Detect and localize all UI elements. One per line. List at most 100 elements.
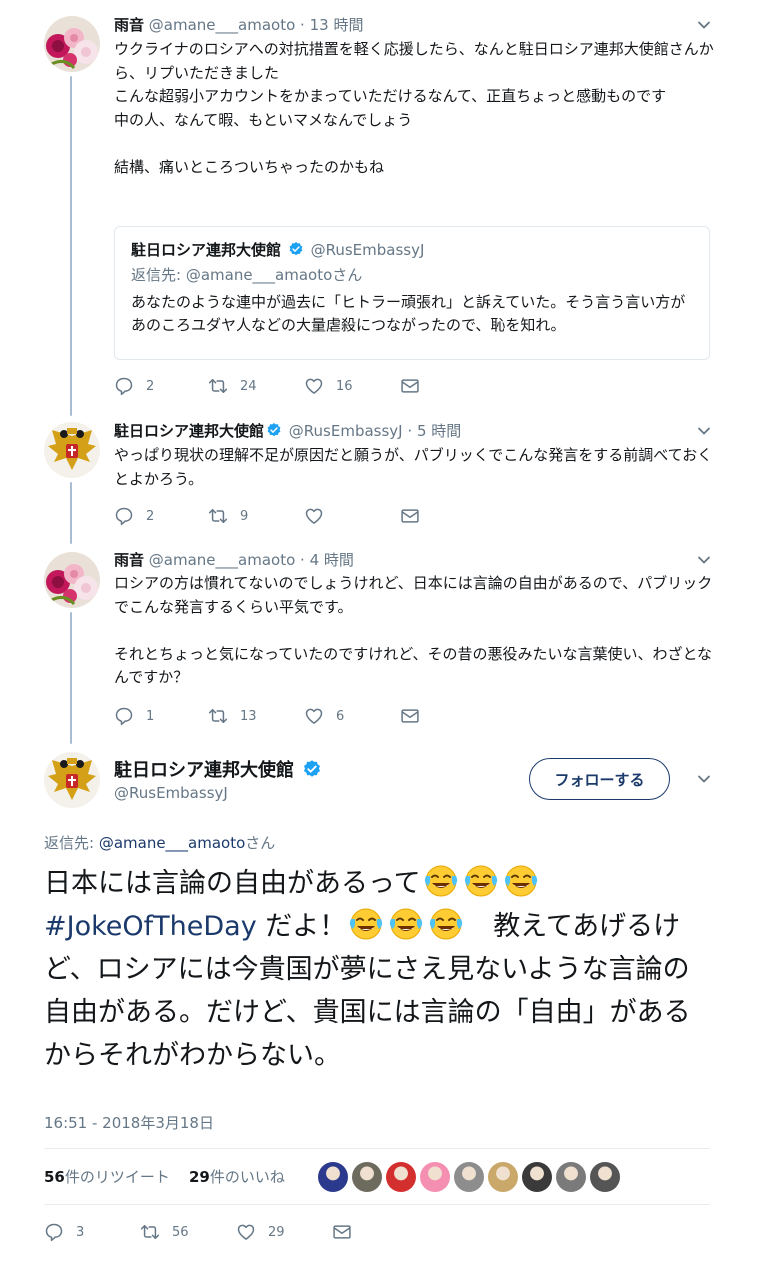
tweet-timestamp[interactable]: 16:51 - 2018年3月18日	[44, 1112, 214, 1133]
liker-avatars	[318, 1162, 624, 1192]
separator: ·	[407, 422, 413, 440]
tweet-header: 駐日ロシア連邦大使館 @RusEmbassyJ · 5 時間	[114, 420, 461, 441]
verified-icon	[266, 422, 282, 438]
dm-button[interactable]	[332, 1222, 364, 1242]
liker-avatar[interactable]	[420, 1162, 450, 1192]
reply-to-suffix: さん	[245, 834, 276, 852]
liker-avatar[interactable]	[556, 1162, 586, 1192]
retweet-count: 13	[240, 708, 257, 724]
heart-icon	[236, 1222, 256, 1242]
retweet-icon	[208, 376, 228, 396]
author-handle[interactable]: @amane___amaoto	[149, 16, 295, 34]
reply-button[interactable]: 3	[44, 1222, 84, 1242]
retweet-button[interactable]: 9	[208, 506, 248, 526]
like-button[interactable]: 16	[304, 376, 353, 396]
heart-icon	[304, 706, 324, 726]
retweet-button[interactable]: 13	[208, 706, 257, 726]
joy-emoji-icon	[503, 864, 539, 898]
dm-button[interactable]	[400, 706, 432, 726]
joy-emoji-icon	[463, 864, 499, 898]
joy-emoji-icon	[388, 907, 424, 941]
separator: ·	[300, 551, 305, 569]
author-handle[interactable]: @amane___amaoto	[149, 551, 295, 569]
quoted-tweet[interactable]: 駐日ロシア連邦大使館 @RusEmbassyJ 返信先: @amane___am…	[114, 226, 710, 360]
joy-emoji-icon	[428, 907, 464, 941]
retweets-count: 56	[44, 1168, 65, 1186]
retweets-stat[interactable]: 56件のリツイート	[44, 1168, 170, 1186]
quote-text: あなたのような連中が過去に「ヒトラー頑張れ」と訴えていた。そう言う言い方があのこ…	[131, 293, 686, 334]
heart-icon	[304, 506, 324, 526]
tweet-actions: 3 56 29	[44, 1222, 364, 1244]
quote-reply-to: 返信先: @amane___amaotoさん	[131, 266, 363, 284]
quote-author-name: 駐日ロシア連邦大使館	[131, 241, 282, 259]
like-count: 29	[268, 1224, 285, 1240]
tweet-time[interactable]: 4 時間	[310, 551, 354, 569]
author-handle[interactable]: @RusEmbassyJ	[289, 422, 403, 440]
envelope-icon	[400, 506, 420, 526]
retweet-count: 24	[240, 378, 257, 394]
liker-avatar[interactable]	[522, 1162, 552, 1192]
liker-avatar[interactable]	[590, 1162, 620, 1192]
author-name[interactable]: 駐日ロシア連邦大使館	[114, 422, 264, 440]
joy-emoji-icon	[423, 864, 459, 898]
tweet-time[interactable]: 5 時間	[417, 422, 461, 440]
reply-button[interactable]: 1	[114, 706, 154, 726]
tweet-actions: 2 24 16	[114, 376, 434, 398]
tweet-text: ロシアの方は慣れてないのでしょうけれど、日本には言論の自由があるので、パブリック…	[114, 574, 713, 686]
tweet-actions: 1 13 6	[114, 706, 434, 728]
retweet-count: 56	[172, 1224, 189, 1240]
divider	[44, 1148, 710, 1149]
reply-icon	[44, 1222, 64, 1242]
heart-icon	[304, 376, 324, 396]
author-handle[interactable]: @RusEmbassyJ	[114, 784, 228, 802]
chevron-down-icon[interactable]	[697, 18, 711, 32]
author-name[interactable]: 雨音	[114, 16, 144, 34]
tweet-time[interactable]: 13 時間	[310, 16, 364, 34]
liker-avatar[interactable]	[352, 1162, 382, 1192]
avatar[interactable]	[44, 752, 100, 808]
liker-avatar[interactable]	[488, 1162, 518, 1192]
thread-line	[70, 482, 72, 544]
like-button[interactable]	[304, 506, 336, 526]
chevron-down-icon[interactable]	[697, 424, 711, 438]
reply-icon	[114, 506, 134, 526]
retweet-button[interactable]: 56	[140, 1222, 189, 1242]
tweet-header: 雨音 @amane___amaoto · 4 時間	[114, 549, 354, 570]
tweet-text-part: だよ！	[256, 911, 347, 942]
thread-line	[70, 612, 72, 744]
likes-count: 29	[188, 1168, 210, 1186]
like-count: 6	[336, 708, 345, 724]
reply-to-handle[interactable]: @amane___amaoto	[99, 834, 245, 852]
reply-button[interactable]: 2	[114, 506, 154, 526]
like-button[interactable]: 6	[304, 706, 344, 726]
tweet-text-part: 日本には言論の自由があるって	[44, 868, 421, 899]
author-name-row: 駐日ロシア連邦大使館	[114, 756, 324, 782]
author-name[interactable]: 駐日ロシア連邦大使館	[114, 760, 294, 781]
avatar[interactable]	[44, 552, 100, 608]
liker-avatar[interactable]	[386, 1162, 416, 1192]
retweet-button[interactable]: 24	[208, 376, 257, 396]
hashtag-link[interactable]: #JokeOfTheDay	[44, 911, 257, 942]
retweet-icon	[140, 1222, 160, 1242]
chevron-down-icon[interactable]	[697, 553, 711, 567]
reply-icon	[114, 376, 134, 396]
liker-avatar[interactable]	[318, 1162, 348, 1192]
likes-stat[interactable]: 29件のいいね	[189, 1168, 285, 1186]
avatar[interactable]	[44, 422, 100, 478]
author-name[interactable]: 雨音	[114, 551, 144, 569]
retweet-icon	[208, 706, 228, 726]
dm-button[interactable]	[400, 376, 432, 396]
follow-button[interactable]: フォローする	[529, 758, 670, 800]
dm-button[interactable]	[400, 506, 432, 526]
reply-button[interactable]: 2	[114, 376, 154, 396]
chevron-down-icon[interactable]	[697, 772, 711, 786]
reply-count: 3	[76, 1224, 85, 1240]
avatar[interactable]	[44, 16, 100, 72]
tweet-actions: 2 9	[114, 506, 434, 528]
envelope-icon	[332, 1222, 352, 1242]
like-button[interactable]: 29	[236, 1222, 285, 1242]
reply-icon	[114, 706, 134, 726]
tweet-text: 日本には言論の自由があるって #JokeOfTheDay だよ！ 教えてあげるけ…	[44, 862, 704, 1077]
liker-avatar[interactable]	[454, 1162, 484, 1192]
separator: ·	[300, 16, 305, 34]
